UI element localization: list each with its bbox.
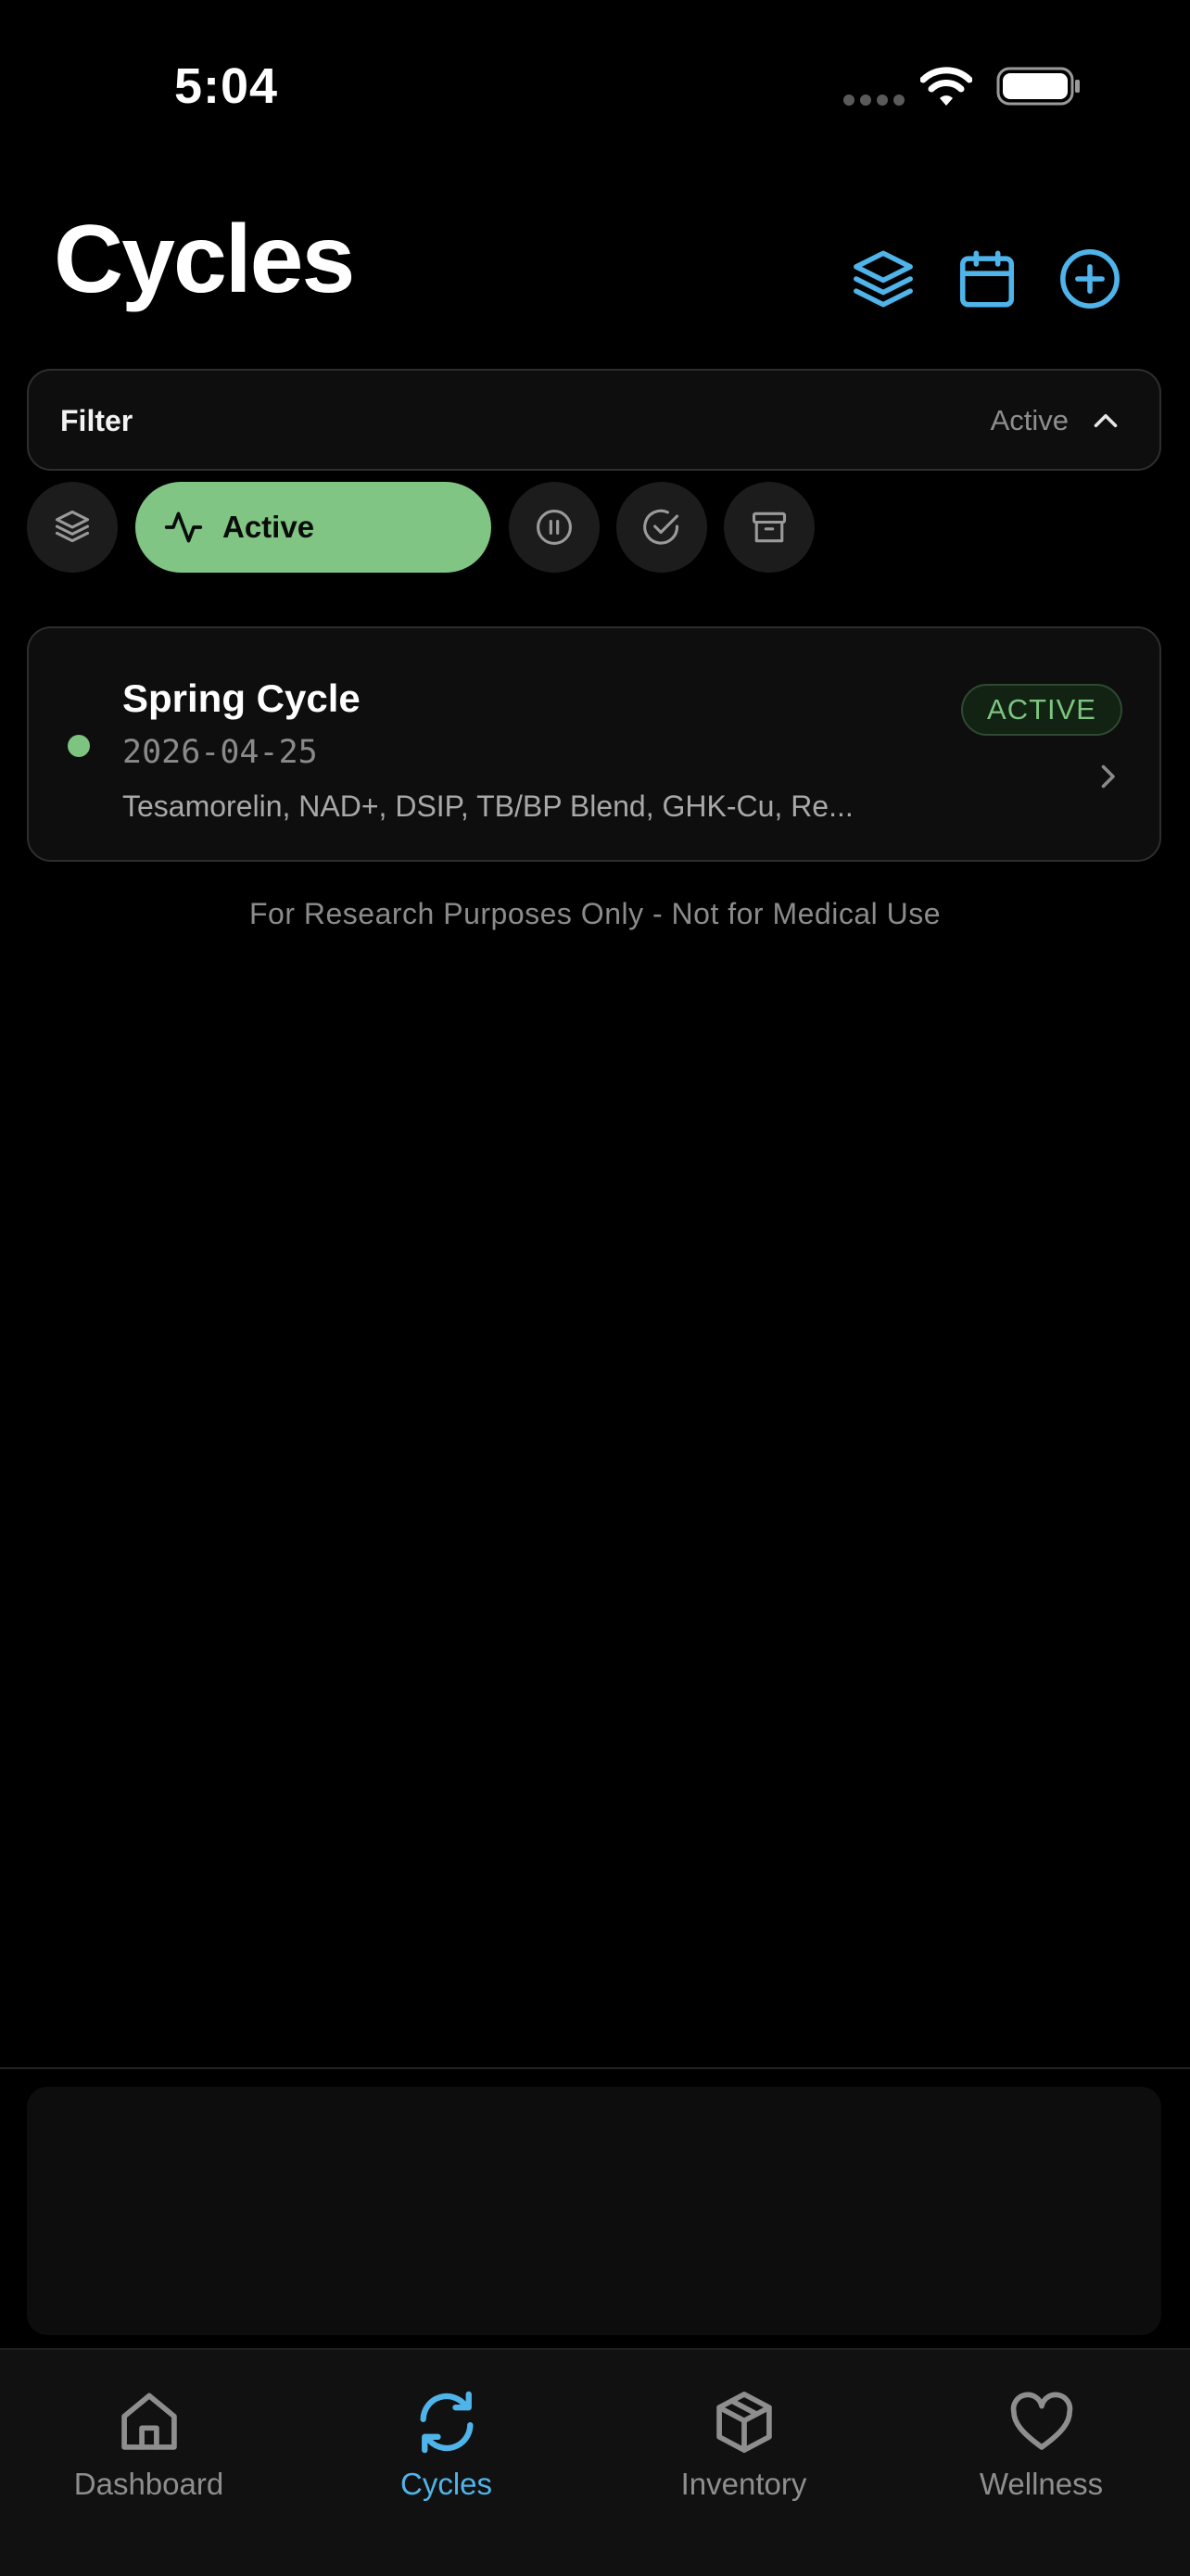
tab-label: Dashboard <box>73 2467 224 2501</box>
filter-bar[interactable]: Filter Active <box>27 369 1161 471</box>
tab-dashboard[interactable]: Dashboard <box>0 2387 298 2502</box>
cycle-date: 2026-04-25 <box>122 734 318 771</box>
cycle-name: Spring Cycle <box>122 676 361 720</box>
refresh-icon <box>420 2391 473 2454</box>
status-time: 5:04 <box>174 58 279 114</box>
pause-circle-icon <box>537 510 572 545</box>
filter-chip-label: Active <box>222 510 315 544</box>
page-title: Cycles <box>54 206 355 313</box>
tab-label: Inventory <box>680 2467 807 2501</box>
filter-chip-all[interactable] <box>27 482 118 573</box>
tab-inventory[interactable]: Inventory <box>595 2387 892 2502</box>
filter-chip-completed[interactable] <box>616 482 707 573</box>
status-badge: ACTIVE <box>961 684 1122 736</box>
tab-label: Wellness <box>979 2467 1104 2501</box>
filter-chip-archived[interactable] <box>724 482 815 573</box>
check-circle-icon <box>643 509 679 545</box>
filter-label: Filter <box>60 404 133 437</box>
archive-icon <box>752 511 787 543</box>
heart-icon <box>1010 2392 1072 2450</box>
disclaimer: For Research Purposes Only - Not for Med… <box>248 897 942 930</box>
filter-chip-paused[interactable] <box>509 482 600 573</box>
layers-icon <box>55 510 90 543</box>
wifi-icon <box>920 67 972 106</box>
filter-chip-active[interactable]: Active <box>135 482 491 573</box>
cycle-card[interactable]: Spring Cycle 2026-04-25 Tesamorelin, NAD… <box>27 626 1161 862</box>
banner-placeholder <box>27 2087 1161 2335</box>
tab-wellness[interactable]: Wellness <box>892 2387 1190 2502</box>
plus-circle-icon[interactable] <box>1057 246 1122 311</box>
divider <box>0 2067 1190 2069</box>
tab-cycles[interactable]: Cycles <box>298 2387 595 2502</box>
filter-value: Active <box>990 404 1069 436</box>
battery-icon <box>996 67 1080 106</box>
calendar-icon[interactable] <box>955 246 1019 311</box>
activity-icon <box>164 511 203 543</box>
chevron-right-icon <box>1101 764 1115 789</box>
chevron-up-icon[interactable] <box>1089 404 1122 437</box>
cycle-compounds: Tesamorelin, NAD+, DSIP, TB/BP Blend, GH… <box>122 789 854 823</box>
home-icon <box>120 2393 177 2450</box>
cellular-signal-icon <box>843 95 905 106</box>
layers-icon[interactable] <box>851 246 916 311</box>
tab-bar: Dashboard Cycles Inventory Wellness <box>0 2348 1190 2576</box>
box-icon <box>715 2392 772 2453</box>
tab-label: Cycles <box>399 2467 493 2501</box>
status-dot <box>68 735 90 757</box>
